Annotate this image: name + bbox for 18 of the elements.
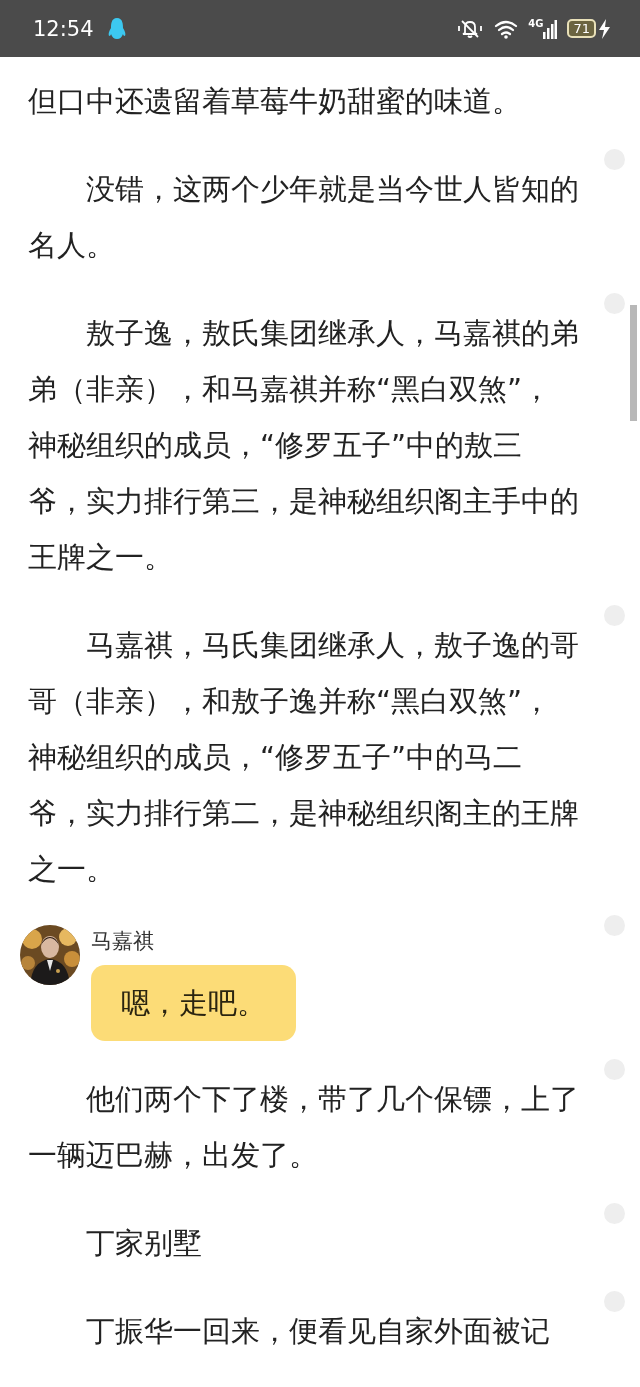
paragraph: 敖子逸，敖氏集团继承人，马嘉祺的弟弟（非亲），和马嘉祺并称“黑白双煞”，神秘组织的成员，“修罗五子”中的敖三爷，实力排行第三，是神秘组织阁主手中的王牌之一。: [28, 315, 580, 576]
clock: 12:54: [33, 16, 94, 41]
speech-bubble: 嗯，走吧。: [91, 965, 296, 1041]
network-label: 4G: [528, 18, 544, 29]
muted-bell-icon: [456, 18, 485, 39]
paragraph: 丁振华一回来，便看见自家外面被记: [85, 1313, 551, 1350]
wifi-icon: [494, 18, 519, 39]
paragraph: 丁家别墅: [85, 1225, 203, 1262]
penguin-icon: [107, 16, 126, 41]
battery-level: 71: [567, 19, 596, 38]
paragraph: 马嘉祺，马氏集团继承人，敖子逸的哥哥（非亲），和敖子逸并称“黑白双煞”，神秘组织的成员，“修罗五子”中的马二爷，实力排行第二，是神秘组织阁主的王牌之一。: [28, 627, 580, 888]
paragraph: 他们两个下了楼，带了几个保镖，上了一辆迈巴赫，出发了。: [28, 1081, 580, 1174]
paragraph: 但口中还遗留着草莓牛奶甜蜜的味道。: [28, 83, 522, 120]
paragraph: 没错，这两个少年就是当今世人皆知的名人。: [28, 171, 580, 264]
speaker-name: 马嘉祺: [91, 928, 154, 955]
signal-icon: [543, 18, 558, 39]
scrollbar[interactable]: [630, 305, 637, 421]
charging-icon: [599, 18, 610, 39]
